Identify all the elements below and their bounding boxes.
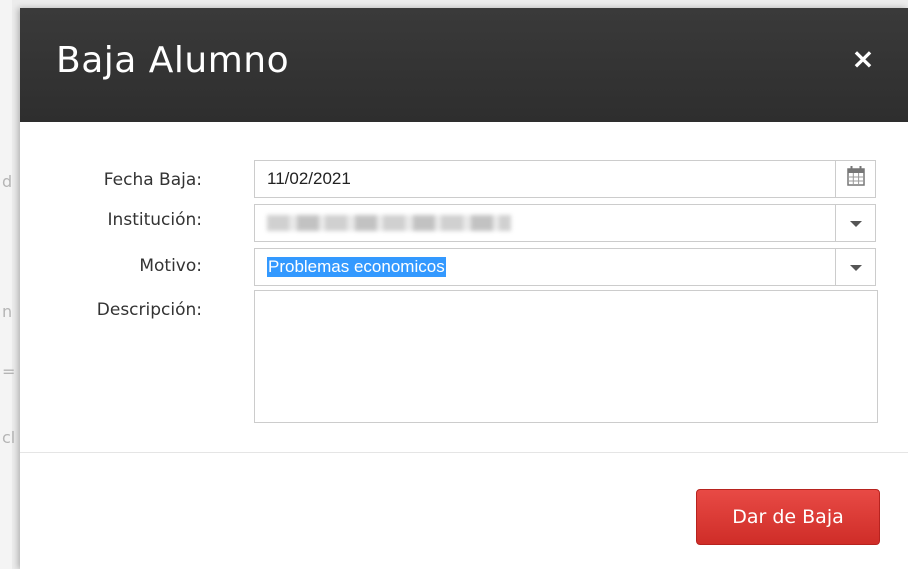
dar-de-baja-button[interactable]: Dar de Baja <box>696 489 880 545</box>
fecha-baja-value: 11/02/2021 <box>267 169 351 188</box>
motivo-value: Problemas economicos <box>267 257 446 277</box>
institucion-select[interactable] <box>254 204 876 242</box>
motivo-select[interactable]: Problemas economicos <box>254 248 876 286</box>
descripcion-textarea[interactable] <box>254 290 878 423</box>
modal-header: Baja Alumno × <box>20 8 908 122</box>
chevron-down-icon <box>850 221 862 227</box>
background-text-fragment: cl <box>2 428 16 447</box>
fecha-baja-label: Fecha Baja: <box>103 170 202 190</box>
motivo-dropdown-toggle[interactable] <box>835 249 875 285</box>
descripcion-label: Descripción: <box>96 300 202 320</box>
institucion-value-redacted <box>267 215 511 231</box>
background-text-fragment: d <box>2 172 13 191</box>
background-page: d n = cl <box>0 0 16 569</box>
institucion-label: Institución: <box>107 210 202 230</box>
chevron-down-icon <box>850 265 862 271</box>
footer-divider <box>20 452 908 453</box>
background-text-fragment: = <box>2 362 16 381</box>
motivo-label: Motivo: <box>139 256 202 276</box>
close-icon[interactable]: × <box>848 44 878 74</box>
calendar-button[interactable] <box>835 161 875 197</box>
calendar-icon <box>847 166 865 186</box>
institucion-dropdown-toggle[interactable] <box>835 205 875 241</box>
fecha-baja-field[interactable]: 11/02/2021 <box>254 160 876 198</box>
modal-title: Baja Alumno <box>56 40 290 81</box>
baja-alumno-modal: Baja Alumno × Fecha Baja: 11/02/2021 Ins… <box>20 8 908 569</box>
background-text-fragment: n <box>2 302 13 321</box>
